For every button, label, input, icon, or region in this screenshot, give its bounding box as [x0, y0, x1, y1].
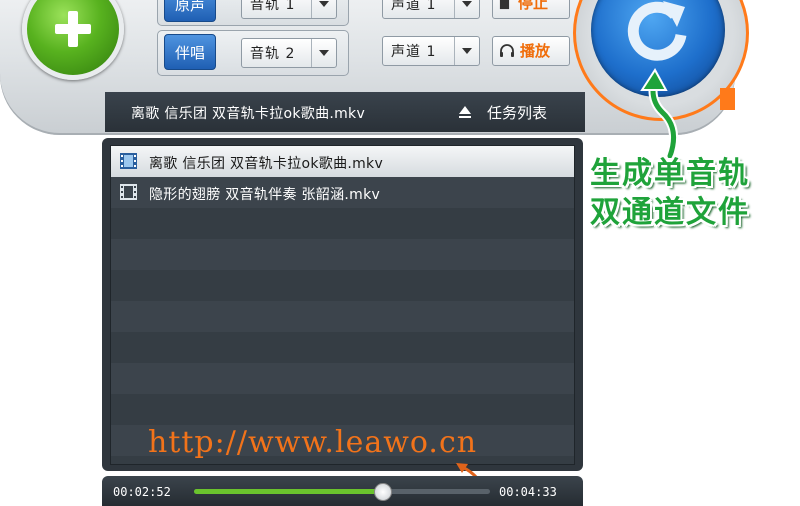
- list-row-empty: [111, 394, 574, 425]
- track-select-2[interactable]: 音轨 2: [241, 38, 337, 68]
- list-item-name: 离歌 信乐团 双音轨卡拉ok歌曲.mkv: [149, 156, 384, 172]
- dropdown-arrow-icon: [454, 37, 479, 65]
- film-icon: [120, 153, 137, 169]
- list-row-empty: [111, 208, 574, 239]
- orange-accent: [720, 88, 735, 110]
- file-list: 离歌 信乐团 双音轨卡拉ok歌曲.mkv 隐形的翅膀 双音轨伴奏 张韶涵.mkv: [110, 145, 575, 465]
- dropdown-arrow-icon: [311, 39, 336, 67]
- green-pointer-arrow: [640, 68, 679, 158]
- dropdown-arrow-icon: [454, 0, 479, 18]
- elapsed-time: 00:02:52: [113, 485, 171, 499]
- channel-select-2-value: 声道 1: [391, 44, 437, 60]
- eject-icon[interactable]: [457, 104, 473, 120]
- list-item-name: 隐形的翅膀 双音轨伴奏 张韶涵.mkv: [149, 187, 381, 203]
- tag-accompaniment-label: 伴唱: [174, 43, 205, 62]
- list-row-empty: [111, 363, 574, 394]
- tag-original-label: 原声: [174, 0, 205, 14]
- stop-label: 停止: [518, 0, 549, 12]
- film-icon: [120, 184, 137, 200]
- list-item[interactable]: 隐形的翅膀 双音轨伴奏 张韶涵.mkv: [111, 177, 574, 208]
- seek-handle[interactable]: [373, 483, 392, 501]
- task-list-button[interactable]: 任务列表: [487, 102, 547, 123]
- current-file-title: 离歌 信乐团 双音轨卡拉ok歌曲.mkv: [131, 106, 366, 122]
- total-time: 00:04:33: [499, 485, 557, 499]
- current-file-bar: 离歌 信乐团 双音轨卡拉ok歌曲.mkv 任务列表: [105, 92, 585, 132]
- stop-icon: [499, 0, 510, 9]
- list-row-empty: [111, 301, 574, 332]
- tag-accompaniment-button[interactable]: 伴唱: [164, 34, 216, 70]
- annotation-line-1: 生成单音轨: [590, 156, 750, 191]
- headphones-icon: [500, 44, 514, 57]
- list-row-empty: [111, 270, 574, 301]
- list-row-empty: [111, 239, 574, 270]
- watermark-url: http://www.leawo.cn: [148, 425, 478, 460]
- list-item[interactable]: 离歌 信乐团 双音轨卡拉ok歌曲.mkv: [111, 146, 574, 177]
- channel-select-2[interactable]: 声道 1: [382, 36, 480, 66]
- seek-progress: [194, 489, 382, 494]
- channel-select-1[interactable]: 声道 1: [382, 0, 480, 19]
- track-select-1-value: 音轨 1: [250, 0, 296, 13]
- track-select-2-value: 音轨 2: [250, 46, 296, 62]
- track-select-1[interactable]: 音轨 1: [241, 0, 337, 19]
- channel-select-1-value: 声道 1: [391, 0, 437, 13]
- annotation-line-2: 双通道文件: [590, 195, 750, 230]
- list-row-empty: [111, 332, 574, 363]
- plus-icon: [55, 11, 91, 47]
- tag-original-button[interactable]: 原声: [164, 0, 216, 22]
- play-label: 播放: [520, 42, 551, 60]
- dropdown-arrow-icon: [311, 0, 336, 18]
- refresh-icon: [627, 1, 687, 61]
